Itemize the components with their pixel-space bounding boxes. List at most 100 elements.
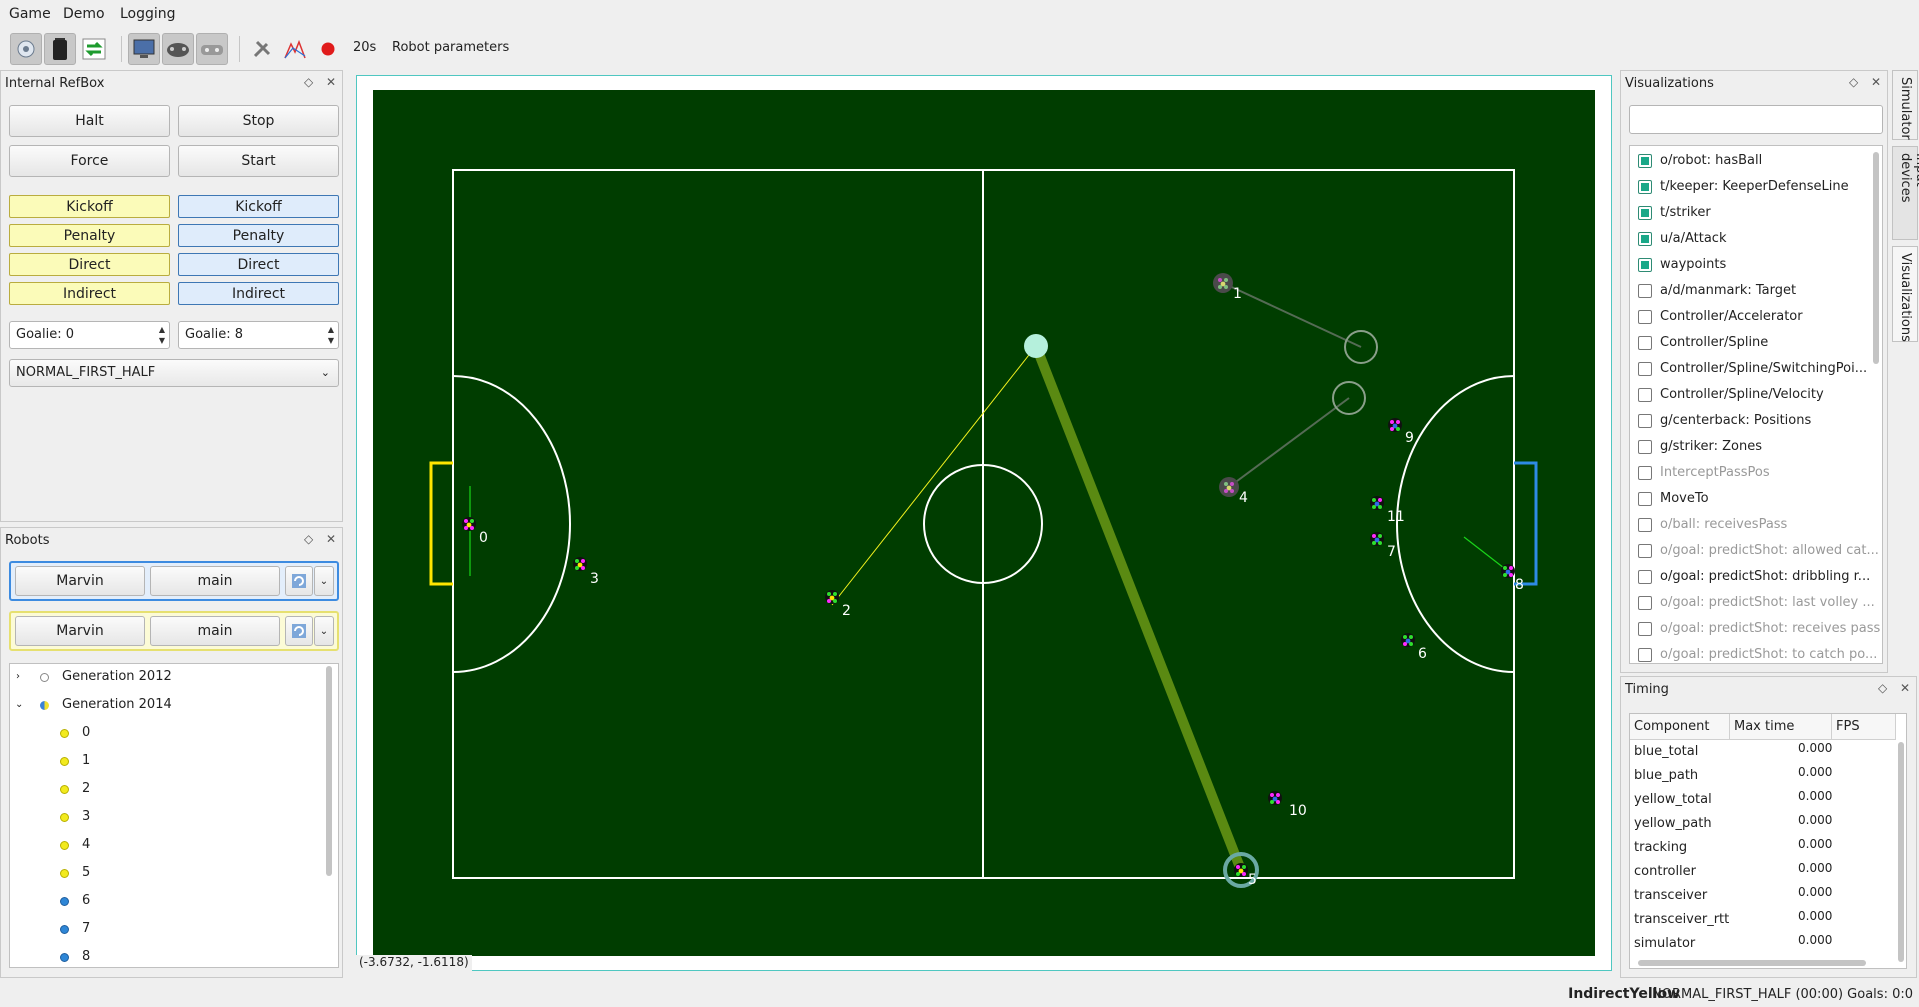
tree-item-generation-2012[interactable]: › Generation 2012 bbox=[10, 666, 330, 688]
close-panel-icon[interactable]: ✕ bbox=[1871, 75, 1881, 89]
game-stage-select[interactable]: NORMAL_FIRST_HALF ⌄ bbox=[9, 359, 339, 387]
flip-sides-icon[interactable] bbox=[78, 33, 110, 65]
tab-visualizations[interactable]: Visualizations bbox=[1892, 246, 1918, 342]
checkbox[interactable] bbox=[1638, 180, 1652, 194]
checkbox[interactable] bbox=[1638, 284, 1652, 298]
robot-5[interactable] bbox=[1234, 863, 1248, 877]
spin-arrows-icon[interactable]: ▲ ▼ bbox=[328, 324, 334, 346]
spin-arrows-icon[interactable]: ▲ ▼ bbox=[159, 324, 165, 346]
blue-indirect-button[interactable]: Indirect bbox=[178, 282, 339, 305]
checkbox[interactable] bbox=[1638, 336, 1652, 350]
blue-penalty-button[interactable]: Penalty bbox=[178, 224, 339, 247]
yellow-direct-button[interactable]: Direct bbox=[9, 253, 170, 276]
plot-icon[interactable] bbox=[279, 33, 311, 65]
monitor-icon[interactable] bbox=[128, 33, 160, 65]
reload-icon[interactable] bbox=[285, 566, 313, 596]
battery-icon[interactable] bbox=[44, 33, 76, 65]
yellow-goalie-spinbox[interactable]: Goalie: 0 ▲ ▼ bbox=[9, 321, 170, 349]
tab-input-devices[interactable]: Input devices bbox=[1892, 146, 1919, 240]
float-panel-icon[interactable]: ◇ bbox=[304, 75, 313, 89]
tree-item-robot[interactable]: 0 bbox=[10, 722, 310, 744]
tree-item-robot[interactable]: 7 bbox=[10, 918, 310, 940]
robot-1[interactable] bbox=[1213, 273, 1233, 293]
robot-7[interactable] bbox=[1370, 532, 1384, 546]
chevron-down-icon[interactable]: ⌄ bbox=[15, 694, 23, 716]
table-scrollbar-vertical[interactable] bbox=[1898, 742, 1904, 962]
tree-scrollbar[interactable] bbox=[326, 666, 332, 876]
chevron-down-icon[interactable]: ⌄ bbox=[314, 566, 334, 596]
float-panel-icon[interactable]: ◇ bbox=[304, 532, 313, 546]
yellow-penalty-button[interactable]: Penalty bbox=[9, 224, 170, 247]
simulator-icon[interactable] bbox=[10, 33, 42, 65]
checkbox[interactable] bbox=[1638, 388, 1652, 402]
field-canvas[interactable]: 0 1 2 3 4 5 6 7 8 9 10 11 bbox=[357, 76, 1611, 970]
visualization-search-input[interactable] bbox=[1629, 105, 1883, 134]
field-view[interactable]: 0 1 2 3 4 5 6 7 8 9 10 11 bbox=[356, 75, 1612, 971]
menu-logging[interactable]: Logging bbox=[120, 6, 176, 22]
robot-11[interactable] bbox=[1370, 496, 1384, 510]
blue-strategy-select[interactable]: main bbox=[150, 566, 280, 596]
yellow-strategy-select[interactable]: main bbox=[150, 616, 280, 646]
tree-item-robot[interactable]: 6 bbox=[10, 890, 310, 912]
joystick-icon[interactable] bbox=[196, 33, 228, 65]
tree-item-robot[interactable]: 4 bbox=[10, 834, 310, 856]
reload-icon[interactable] bbox=[285, 616, 313, 646]
checkbox[interactable] bbox=[1638, 232, 1652, 246]
checkbox[interactable] bbox=[1638, 310, 1652, 324]
checkbox[interactable] bbox=[1638, 440, 1652, 454]
tab-simulator[interactable]: Simulator bbox=[1892, 70, 1918, 140]
yellow-team-select[interactable]: Marvin bbox=[15, 616, 145, 646]
tree-item-generation-2014[interactable]: ⌄ Generation 2014 bbox=[10, 694, 330, 716]
force-button[interactable]: Force bbox=[9, 145, 170, 177]
blue-kickoff-button[interactable]: Kickoff bbox=[178, 195, 339, 218]
blue-goalie-spinbox[interactable]: Goalie: 8 ▲ ▼ bbox=[178, 321, 339, 349]
halt-button[interactable]: Halt bbox=[9, 105, 170, 137]
checkbox[interactable] bbox=[1638, 596, 1652, 610]
checkbox[interactable] bbox=[1638, 544, 1652, 558]
column-header[interactable]: Max time bbox=[1730, 714, 1832, 740]
tree-item-robot[interactable]: 8 bbox=[10, 946, 310, 967]
close-panel-icon[interactable]: ✕ bbox=[326, 532, 336, 546]
robot-4[interactable] bbox=[1219, 477, 1239, 497]
yellow-kickoff-button[interactable]: Kickoff bbox=[9, 195, 170, 218]
gamepad-icon[interactable] bbox=[162, 33, 194, 65]
tree-item-robot[interactable]: 5 bbox=[10, 862, 310, 884]
robot-parameters-button[interactable]: Robot parameters bbox=[392, 40, 509, 55]
tree-item-robot[interactable]: 3 bbox=[10, 806, 310, 828]
float-panel-icon[interactable]: ◇ bbox=[1878, 681, 1887, 695]
chevron-down-icon[interactable]: ⌄ bbox=[314, 616, 334, 646]
checkbox[interactable] bbox=[1638, 258, 1652, 272]
checkbox[interactable] bbox=[1638, 518, 1652, 532]
blue-team-select[interactable]: Marvin bbox=[15, 566, 145, 596]
menu-game[interactable]: Game bbox=[9, 6, 51, 22]
yellow-indirect-button[interactable]: Indirect bbox=[9, 282, 170, 305]
checkbox[interactable] bbox=[1638, 622, 1652, 636]
record-icon[interactable] bbox=[312, 33, 344, 65]
float-panel-icon[interactable]: ◇ bbox=[1849, 75, 1858, 89]
checkbox[interactable] bbox=[1638, 414, 1652, 428]
robot-6[interactable] bbox=[1401, 633, 1415, 647]
robot-3[interactable] bbox=[573, 557, 587, 571]
checkbox[interactable] bbox=[1638, 466, 1652, 480]
robot-2[interactable] bbox=[825, 590, 839, 604]
checkbox[interactable] bbox=[1638, 648, 1652, 662]
stop-button[interactable]: Stop bbox=[178, 105, 339, 137]
tools-icon[interactable] bbox=[246, 33, 278, 65]
close-panel-icon[interactable]: ✕ bbox=[1900, 681, 1910, 695]
tree-item-robot[interactable]: 1 bbox=[10, 750, 310, 772]
robot-8[interactable] bbox=[1501, 564, 1515, 578]
start-button[interactable]: Start bbox=[178, 145, 339, 177]
blue-direct-button[interactable]: Direct bbox=[178, 253, 339, 276]
column-header[interactable]: FPS bbox=[1832, 714, 1896, 740]
robot-0[interactable] bbox=[462, 517, 476, 531]
robot-9[interactable] bbox=[1388, 418, 1402, 432]
checkbox[interactable] bbox=[1638, 492, 1652, 506]
checkbox[interactable] bbox=[1638, 206, 1652, 220]
tree-item-robot[interactable]: 2 bbox=[10, 778, 310, 800]
checkbox[interactable] bbox=[1638, 362, 1652, 376]
menu-demo[interactable]: Demo bbox=[63, 6, 105, 22]
table-scrollbar-horizontal[interactable] bbox=[1638, 960, 1866, 966]
close-panel-icon[interactable]: ✕ bbox=[326, 75, 336, 89]
robot-10[interactable] bbox=[1268, 791, 1282, 805]
chevron-right-icon[interactable]: › bbox=[16, 666, 20, 688]
